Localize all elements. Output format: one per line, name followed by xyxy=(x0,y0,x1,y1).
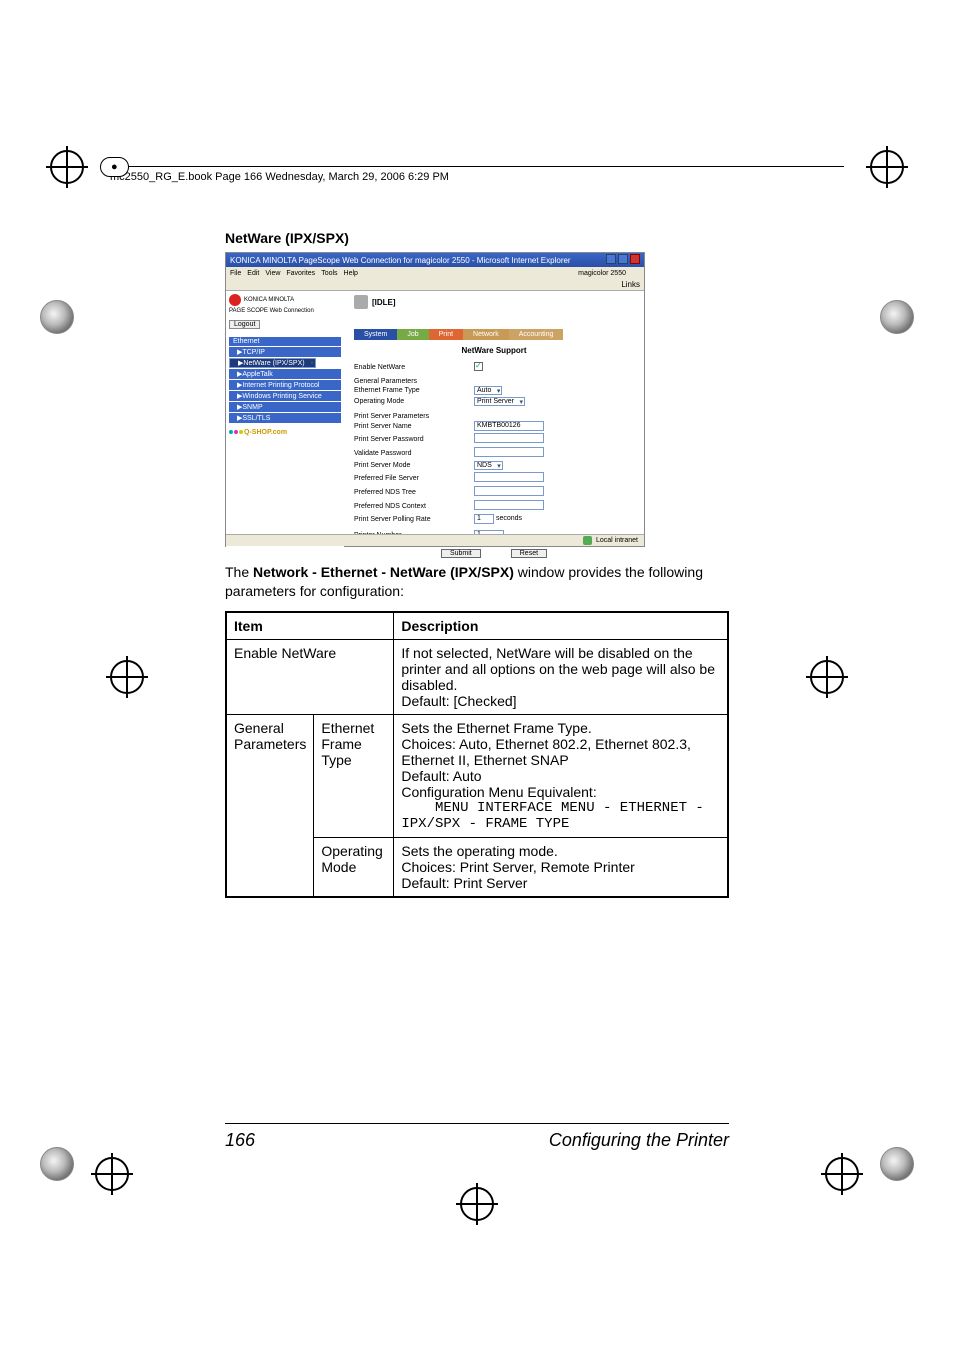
menu-edit[interactable]: Edit xyxy=(247,270,259,277)
enable-netware-label: Enable NetWare xyxy=(354,364,474,371)
pref-fs-label: Preferred File Server xyxy=(354,475,474,482)
qshop-link[interactable]: Q-SHOP.com xyxy=(229,429,341,436)
registration-disc xyxy=(40,300,74,334)
status-bar: Local intranet xyxy=(226,534,644,546)
printer-icon xyxy=(354,295,368,309)
row-enable-item: Enable NetWare xyxy=(226,639,394,714)
running-header: ● mc2550_RG_E.book Page 166 Wednesday, M… xyxy=(110,166,844,183)
row-general-item: General Parameters xyxy=(226,714,314,897)
header-icon: ● xyxy=(100,157,129,177)
nav-netware[interactable]: ▶NetWare (IPX/SPX) xyxy=(229,358,316,368)
menu-tools[interactable]: Tools xyxy=(321,270,337,277)
menu-view[interactable]: View xyxy=(265,270,280,277)
menu-file[interactable]: File xyxy=(230,270,241,277)
th-desc: Description xyxy=(394,612,728,640)
pref-fs-input[interactable] xyxy=(474,472,544,482)
ps-pwd-label: Print Server Password xyxy=(354,436,474,443)
tab-print[interactable]: Print xyxy=(429,329,463,340)
browser-screenshot: KONICA MINOLTA PageScope Web Connection … xyxy=(225,252,645,547)
frame-type-select[interactable]: Auto xyxy=(474,386,502,395)
nav-tcpip[interactable]: ▶TCP/IP xyxy=(229,347,341,357)
registration-disc xyxy=(880,300,914,334)
brand-icon xyxy=(229,294,241,306)
logout-button[interactable]: Logout xyxy=(229,320,260,329)
nav-snmp[interactable]: ▶SNMP xyxy=(229,402,341,412)
registration-disc xyxy=(40,1147,74,1181)
menu-favorites[interactable]: Favorites xyxy=(286,270,315,277)
tab-job[interactable]: Job xyxy=(397,329,428,340)
status-idle: [IDLE] xyxy=(372,298,396,307)
window-controls[interactable] xyxy=(604,254,640,266)
page-heading: NetWare Support xyxy=(354,346,634,355)
ps-mode-select[interactable]: NDS xyxy=(474,461,503,470)
crop-mark xyxy=(50,150,84,184)
toolbar: Links xyxy=(226,279,644,291)
parameters-table: Item Description Enable NetWare If not s… xyxy=(225,611,729,898)
val-pwd-label: Validate Password xyxy=(354,450,474,457)
nav-appletalk[interactable]: ▶AppleTalk xyxy=(229,369,341,379)
nav-winprint[interactable]: ▶Windows Printing Service xyxy=(229,391,341,401)
row-frame-sub: Ethernet Frame Type xyxy=(314,714,394,837)
row-frame-desc: Sets the Ethernet Frame Type. Choices: A… xyxy=(394,714,728,837)
th-item: Item xyxy=(226,612,394,640)
crop-mark xyxy=(825,1157,859,1191)
crop-mark xyxy=(110,660,144,694)
status-zone-text: Local intranet xyxy=(596,537,638,544)
op-mode-select[interactable]: Print Server xyxy=(474,397,525,406)
pref-tree-input[interactable] xyxy=(474,486,544,496)
reset-button[interactable]: Reset xyxy=(511,549,547,558)
crop-mark xyxy=(95,1157,129,1191)
tab-system[interactable]: System xyxy=(354,329,397,340)
tab-network[interactable]: Network xyxy=(463,329,509,340)
pref-tree-label: Preferred NDS Tree xyxy=(354,489,474,496)
enable-netware-checkbox[interactable] xyxy=(474,362,483,371)
ps-pwd-input[interactable] xyxy=(474,433,544,443)
poll-label: Print Server Polling Rate xyxy=(354,516,474,523)
ps-name-input[interactable]: KMBTB00126 xyxy=(474,421,544,431)
links-label[interactable]: Links xyxy=(621,280,640,289)
tab-accounting[interactable]: Accounting xyxy=(509,329,564,340)
nav-ssl[interactable]: ▶SSL/TLS xyxy=(229,413,341,423)
main-content: [IDLE] magicolor 2550 System Job Print N… xyxy=(344,291,644,548)
nav-ipp[interactable]: ▶Internet Printing Protocol xyxy=(229,380,341,390)
web-connection-label: PAGE SCOPE Web Connection xyxy=(229,308,341,314)
crop-mark xyxy=(810,660,844,694)
menu-help[interactable]: Help xyxy=(344,270,358,277)
window-titlebar: KONICA MINOLTA PageScope Web Connection … xyxy=(226,253,644,267)
tab-bar: System Job Print Network Accounting xyxy=(354,329,634,340)
registration-disc xyxy=(880,1147,914,1181)
window-title: KONICA MINOLTA PageScope Web Connection … xyxy=(230,256,571,265)
ps-params-heading: Print Server Parameters xyxy=(354,413,634,420)
intro-paragraph: The Network - Ethernet - NetWare (IPX/SP… xyxy=(225,563,729,601)
model-label: magicolor 2550 xyxy=(578,270,626,277)
row-opmode-desc: Sets the operating mode. Choices: Print … xyxy=(394,837,728,897)
poll-unit: seconds xyxy=(496,515,522,522)
val-pwd-input[interactable] xyxy=(474,447,544,457)
ps-name-label: Print Server Name xyxy=(354,423,474,430)
row-opmode-sub: Operating Mode xyxy=(314,837,394,897)
section-heading: NetWare (IPX/SPX) xyxy=(225,230,729,246)
sidebar: KONICA MINOLTA PAGE SCOPE Web Connection… xyxy=(226,291,344,548)
zone-icon xyxy=(583,536,592,545)
poll-input[interactable]: 1 xyxy=(474,514,494,524)
row-enable-desc: If not selected, NetWare will be disable… xyxy=(394,639,728,714)
page-number: 166 xyxy=(225,1130,255,1151)
ps-mode-label: Print Server Mode xyxy=(354,462,474,469)
footer-title: Configuring the Printer xyxy=(549,1130,729,1151)
brand-text: KONICA MINOLTA xyxy=(244,297,294,303)
op-mode-label: Operating Mode xyxy=(354,398,474,405)
general-params-heading: General Parameters xyxy=(354,378,634,385)
page-footer: 166 Configuring the Printer xyxy=(225,1123,729,1151)
header-text: mc2550_RG_E.book Page 166 Wednesday, Mar… xyxy=(110,171,449,183)
pref-ctx-label: Preferred NDS Context xyxy=(354,503,474,510)
nav-ethernet[interactable]: Ethernet xyxy=(229,337,341,346)
frame-type-label: Ethernet Frame Type xyxy=(354,387,474,394)
crop-mark xyxy=(460,1187,494,1221)
pref-ctx-input[interactable] xyxy=(474,500,544,510)
submit-button[interactable]: Submit xyxy=(441,549,481,558)
crop-mark xyxy=(870,150,904,184)
